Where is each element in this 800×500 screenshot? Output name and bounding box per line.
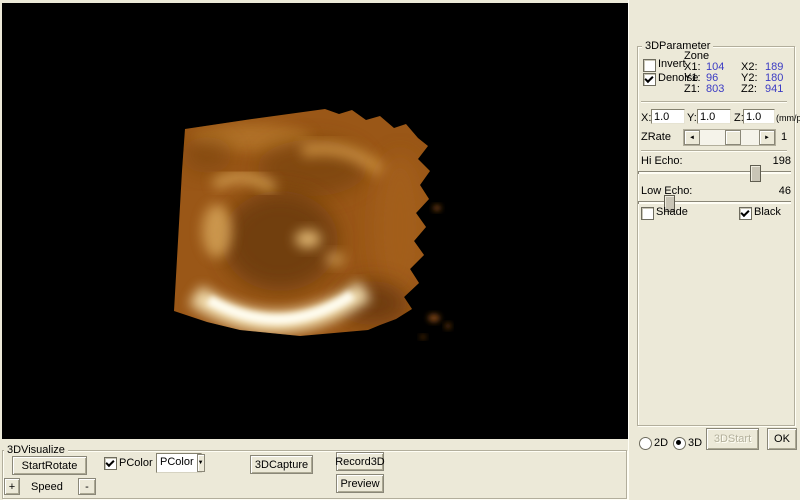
start-rotate-button[interactable]: StartRotate [12,456,87,475]
zrate-scroll-right-button[interactable]: ► [759,130,775,145]
param-groupbox: 3DParameter [637,46,795,426]
application-window: 3DParameter Invert Denoise Zone X1: 104 … [0,0,800,500]
separator [641,150,787,152]
scale-z-input[interactable] [743,109,775,124]
ultrasound-speckles [420,205,451,339]
low-echo-track [638,201,791,204]
dropdown-arrow-icon: ▼ [198,460,204,466]
zrate-label: ZRate [641,131,671,143]
zone-z2-value: 941 [765,83,783,95]
hi-echo-slider[interactable] [638,165,791,180]
preview-button[interactable]: Preview [336,474,384,493]
zone-z2-label: Z2: [741,83,757,95]
scale-y-label: Y: [687,112,697,124]
record3d-button[interactable]: Record3D [336,452,384,471]
zrate-scrollbar[interactable]: ◄ ► [683,129,776,146]
speed-plus-button[interactable]: + [4,478,20,495]
zone-z1-value: 803 [706,83,724,95]
pcolor-checkbox[interactable] [104,457,117,470]
render-viewport[interactable] [2,3,628,439]
zrate-value: 1 [781,131,787,143]
pcolor-select-value: PColor [157,454,197,472]
scale-unit-label: (mm/p) [776,112,800,124]
denoise-checkbox[interactable] [643,73,656,86]
ok-button[interactable]: OK [767,428,797,450]
black-label: Black [754,206,781,218]
mode-3d-label: 3D [688,437,702,449]
hi-echo-track [638,171,791,174]
invert-label: Invert [658,58,686,70]
pcolor-select-button[interactable]: ▼ [197,454,205,472]
visualize-panel: 3DVisualize StartRotate + Speed - PColor… [0,439,628,500]
scroll-right-icon: ► [764,135,770,141]
parameter-panel: 3DParameter Invert Denoise Zone X1: 104 … [628,0,800,500]
pcolor-label: PColor [119,457,153,469]
ultrasound-3d-render [2,3,628,439]
mode-2d-radio[interactable] [639,437,652,450]
zone-z1-label: Z1: [684,83,700,95]
mode-3d-radio[interactable] [673,437,686,450]
mode-2d-label: 2D [654,437,668,449]
scroll-left-icon: ◄ [689,135,695,141]
3dstart-button[interactable]: 3DStart [706,428,759,450]
scale-x-input[interactable] [651,109,685,124]
zrate-scroll-left-button[interactable]: ◄ [684,130,700,145]
separator [641,101,787,103]
pcolor-select[interactable]: PColor ▼ [156,453,202,473]
3dcapture-button[interactable]: 3DCapture [250,455,313,474]
shade-label: Shade [656,206,688,218]
shade-checkbox[interactable] [641,207,654,220]
invert-checkbox[interactable] [643,59,656,72]
black-checkbox[interactable] [739,207,752,220]
zrate-thumb[interactable] [725,130,741,145]
zrate-track[interactable] [699,130,760,143]
speed-label: Speed [31,481,63,493]
scale-y-input[interactable] [697,109,731,124]
speed-minus-button[interactable]: - [78,478,96,495]
hi-echo-thumb[interactable] [750,165,761,182]
scale-x-label: X: [641,112,651,124]
